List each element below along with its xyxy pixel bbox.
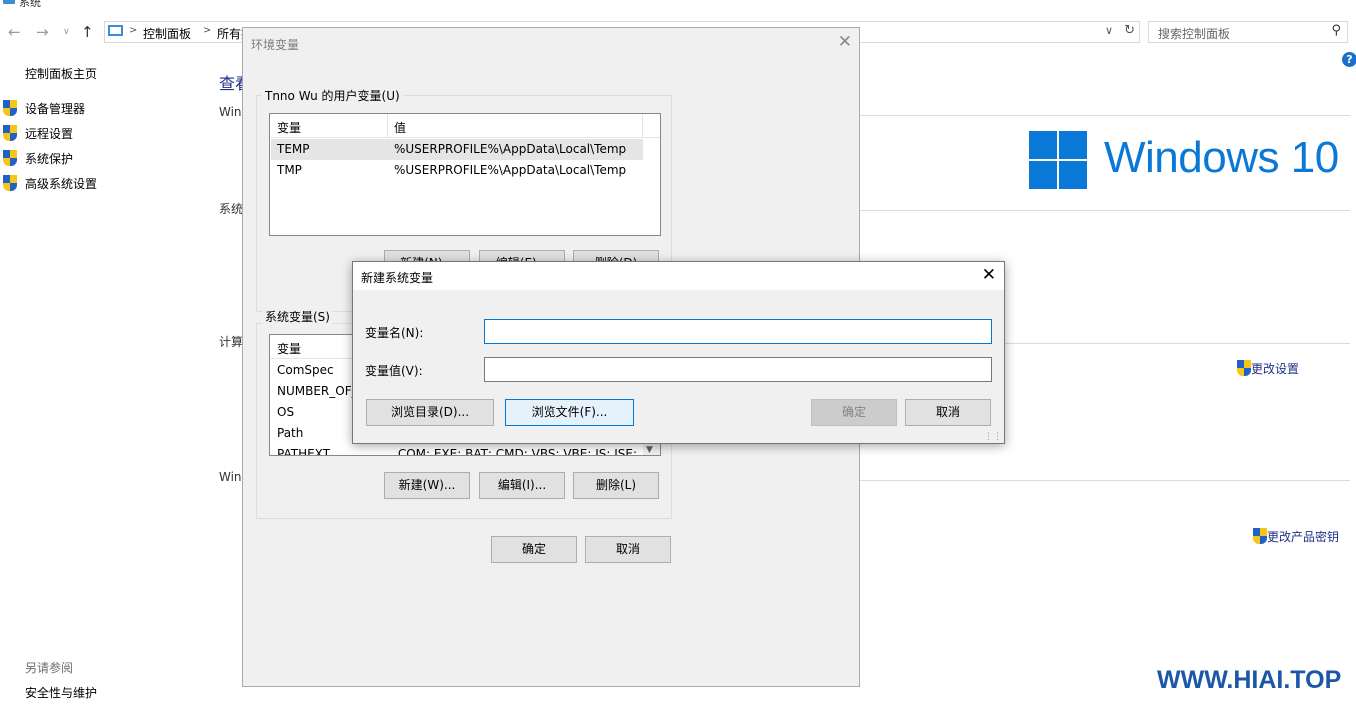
user-variables-list[interactable]: 变量 值 TEMP %USERPROFILE%\AppData\Local\Te… xyxy=(269,113,661,236)
variable-value-input[interactable] xyxy=(484,357,992,382)
column-divider[interactable] xyxy=(642,114,643,138)
system-new-button[interactable]: 新建(W)... xyxy=(384,472,470,499)
section-divider xyxy=(860,480,1350,481)
search-icon[interactable]: ⚲ xyxy=(1331,23,1341,38)
scroll-down-icon[interactable]: ▼ xyxy=(646,445,653,455)
list-item[interactable]: TEMP %USERPROFILE%\AppData\Local\Temp xyxy=(271,139,643,160)
title-bar: 系统 — □ ✕ xyxy=(0,0,1356,14)
system-edit-button[interactable]: 编辑(I)... xyxy=(479,472,565,499)
column-header-value[interactable]: 值 xyxy=(394,119,406,136)
system-icon xyxy=(3,0,15,4)
refresh-icon[interactable]: ↻ xyxy=(1124,23,1135,38)
watermark: WWW.HIAI.TOP xyxy=(1157,666,1342,694)
sidebar-item-device-manager[interactable]: 设备管理器 xyxy=(3,100,85,117)
variable-name: TMP xyxy=(277,163,302,177)
sidebar-item-label[interactable]: 设备管理器 xyxy=(25,102,85,116)
ok-button[interactable]: 确定 xyxy=(491,536,577,563)
variable-name-label: 变量名(N): xyxy=(365,326,424,340)
sidebar-item-advanced-settings[interactable]: 高级系统设置 xyxy=(3,175,97,192)
up-arrow-icon[interactable]: ↑ xyxy=(81,23,94,41)
section-system: 系统 xyxy=(219,202,244,216)
section-divider xyxy=(860,210,1350,211)
minimize-icon[interactable]: — xyxy=(1232,0,1252,2)
windows-logo-icon xyxy=(1029,131,1087,189)
dialog-title: 环境变量 xyxy=(251,38,300,52)
variable-value: %USERPROFILE%\AppData\Local\Temp xyxy=(394,142,627,156)
variable-value-label: 变量值(V): xyxy=(365,364,423,378)
breadcrumb-control-panel[interactable]: 控制面板 xyxy=(143,25,191,42)
section-divider xyxy=(860,115,1350,116)
forward-arrow-icon[interactable]: → xyxy=(36,23,49,41)
list-item[interactable]: PATHEXT .COM;.EXE;.BAT;.CMD;.VBS;.VBE;.J… xyxy=(271,444,643,456)
see-also-heading: 另请参阅 xyxy=(25,661,74,675)
list-header: 变量 值 xyxy=(270,114,660,138)
close-icon[interactable]: ✕ xyxy=(982,265,996,285)
variable-name: NUMBER_OF_ xyxy=(277,384,358,398)
sidebar-item-label[interactable]: 系统保护 xyxy=(25,152,73,166)
uac-shield-icon xyxy=(1237,360,1251,376)
change-product-key-label[interactable]: 更改产品密钥 xyxy=(1267,530,1339,544)
column-header-variable[interactable]: 变量 xyxy=(277,119,301,136)
variable-name: OS xyxy=(277,405,295,419)
variable-name-input[interactable] xyxy=(484,319,992,344)
sidebar-home-link[interactable]: 控制面板主页 xyxy=(25,65,97,82)
section-computer-name: 计算 xyxy=(219,335,244,349)
windows-10-wordmark: Windows 10 xyxy=(1104,133,1339,182)
variable-name: PATHEXT xyxy=(277,447,331,456)
browse-file-button[interactable]: 浏览文件(F)... xyxy=(505,399,634,426)
list-item[interactable]: TMP %USERPROFILE%\AppData\Local\Temp xyxy=(271,160,643,181)
ok-button[interactable]: 确定 xyxy=(811,399,897,426)
dialog-title-bar: 新建系统变量 ✕ xyxy=(353,262,1004,290)
sidebar-item-label[interactable]: 高级系统设置 xyxy=(25,177,97,191)
change-settings-link[interactable]: 更改设置 xyxy=(1237,360,1299,377)
sidebar-item-system-protection[interactable]: 系统保护 xyxy=(3,150,73,167)
window-title: 系统 xyxy=(19,0,41,9)
uac-shield-icon xyxy=(3,150,17,166)
uac-shield-icon xyxy=(3,100,17,116)
resize-grip-icon[interactable]: ⋮⋮ xyxy=(984,432,1002,442)
column-divider[interactable] xyxy=(387,114,388,138)
close-icon[interactable]: ✕ xyxy=(838,32,852,52)
variable-name: ComSpec xyxy=(277,363,334,377)
browse-directory-button[interactable]: 浏览目录(D)... xyxy=(366,399,494,426)
close-icon[interactable]: ✕ xyxy=(1327,0,1347,2)
sidebar-item-remote-settings[interactable]: 远程设置 xyxy=(3,125,73,142)
address-dropdown-icon[interactable]: ∨ xyxy=(1105,24,1113,37)
variable-name: Path xyxy=(277,426,304,440)
cancel-button[interactable]: 取消 xyxy=(585,536,671,563)
dialog-title: 新建系统变量 xyxy=(361,271,434,285)
change-product-key-link[interactable]: 更改产品密钥 xyxy=(1253,528,1339,545)
user-variables-label: Tnno Wu 的用户变量(U) xyxy=(262,87,403,104)
search-box[interactable]: 搜索控制面板 ⚲ xyxy=(1148,21,1348,43)
recent-dropdown-icon[interactable]: ∨ xyxy=(63,27,70,37)
uac-shield-icon xyxy=(3,175,17,191)
help-icon[interactable]: ? xyxy=(1342,52,1356,67)
new-system-variable-dialog: 新建系统变量 ✕ 变量名(N): 变量值(V): 浏览目录(D)... 浏览文件… xyxy=(352,261,1005,444)
maximize-icon[interactable]: □ xyxy=(1282,0,1302,2)
breadcrumb-separator-icon[interactable]: > xyxy=(203,25,211,36)
column-header-variable[interactable]: 变量 xyxy=(277,340,301,357)
computer-icon xyxy=(108,25,123,36)
uac-shield-icon xyxy=(3,125,17,141)
back-arrow-icon[interactable]: ← xyxy=(8,23,21,41)
search-placeholder[interactable]: 搜索控制面板 xyxy=(1158,25,1230,42)
uac-shield-icon xyxy=(1253,528,1267,544)
variable-name: TEMP xyxy=(277,142,310,156)
system-variables-label: 系统变量(S) xyxy=(262,308,333,325)
variable-value: .COM;.EXE;.BAT;.CMD;.VBS;.VBE;.JS;.JSE; xyxy=(394,447,637,456)
sidebar-item-label[interactable]: 远程设置 xyxy=(25,127,73,141)
breadcrumb-separator-icon[interactable]: > xyxy=(129,25,137,36)
variable-value: %USERPROFILE%\AppData\Local\Temp xyxy=(394,163,627,177)
cancel-button[interactable]: 取消 xyxy=(905,399,991,426)
system-delete-button[interactable]: 删除(L) xyxy=(573,472,659,499)
change-settings-label[interactable]: 更改设置 xyxy=(1251,362,1299,376)
security-maintenance-link[interactable]: 安全性与维护 xyxy=(25,684,97,701)
